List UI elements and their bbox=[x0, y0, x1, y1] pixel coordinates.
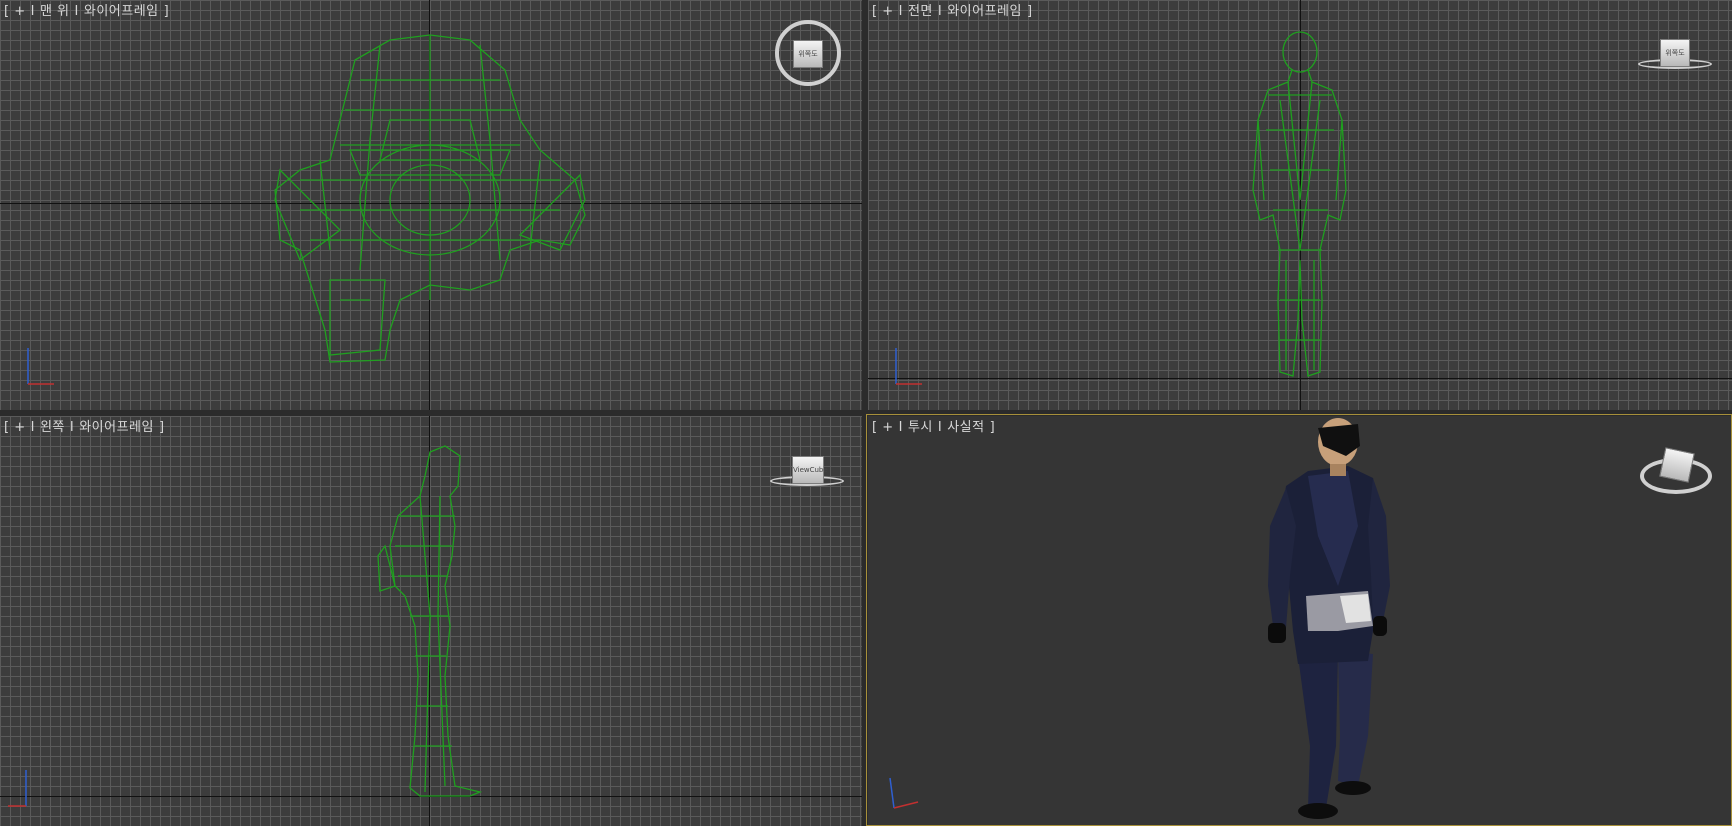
axis-tripod-left bbox=[8, 770, 27, 807]
viewcube-face[interactable]: 위쪽도 bbox=[793, 40, 823, 68]
axis-tripod-persp bbox=[889, 777, 919, 809]
viewport-label-persp[interactable]: [ + I 투시 I 사실적] bbox=[872, 416, 1000, 435]
viewcube-persp[interactable] bbox=[1640, 446, 1712, 502]
wireframe-character-top bbox=[274, 34, 586, 363]
shoe-left bbox=[1298, 803, 1338, 819]
viewport-top[interactable]: [ + I 맨 위 I 와이어프레임] 위쪽도 bbox=[0, 0, 862, 410]
viewcube-face[interactable] bbox=[1659, 447, 1695, 483]
viewport-front[interactable]: [ + I 전면 I 와이어프레임] 위쪽도 bbox=[868, 0, 1732, 410]
viewport-label-top[interactable]: [ + I 맨 위 I 와이어프레임] bbox=[4, 0, 174, 19]
viewcube-face[interactable]: 위쪽도 bbox=[1660, 39, 1690, 67]
wireframe-character-front bbox=[1252, 31, 1347, 377]
viewport-label-left[interactable]: [ + I 왼쪽 I 와이어프레임] bbox=[4, 416, 170, 435]
viewport-label-front[interactable]: [ + I 전면 I 와이어프레임] bbox=[872, 0, 1038, 19]
shoe-right bbox=[1335, 781, 1371, 795]
viewcube-face[interactable]: ViewCube bbox=[792, 456, 828, 484]
glove-left bbox=[1268, 623, 1286, 643]
axis-tripod-front bbox=[895, 348, 922, 385]
glove-right bbox=[1373, 616, 1387, 636]
viewcube-top[interactable]: 위쪽도 bbox=[775, 20, 841, 86]
viewport-perspective[interactable]: [ + I 투시 I 사실적] bbox=[868, 416, 1732, 826]
viewcube-front[interactable]: 위쪽도 bbox=[1638, 35, 1712, 75]
rendered-character bbox=[1268, 418, 1390, 819]
viewcube-left[interactable]: ViewCube bbox=[770, 452, 844, 492]
axis-tripod-top bbox=[27, 348, 54, 385]
viewport-left[interactable]: [ + I 왼쪽 I 와이어프레임] ViewCube bbox=[0, 416, 862, 826]
wireframe-character-left bbox=[377, 445, 483, 797]
